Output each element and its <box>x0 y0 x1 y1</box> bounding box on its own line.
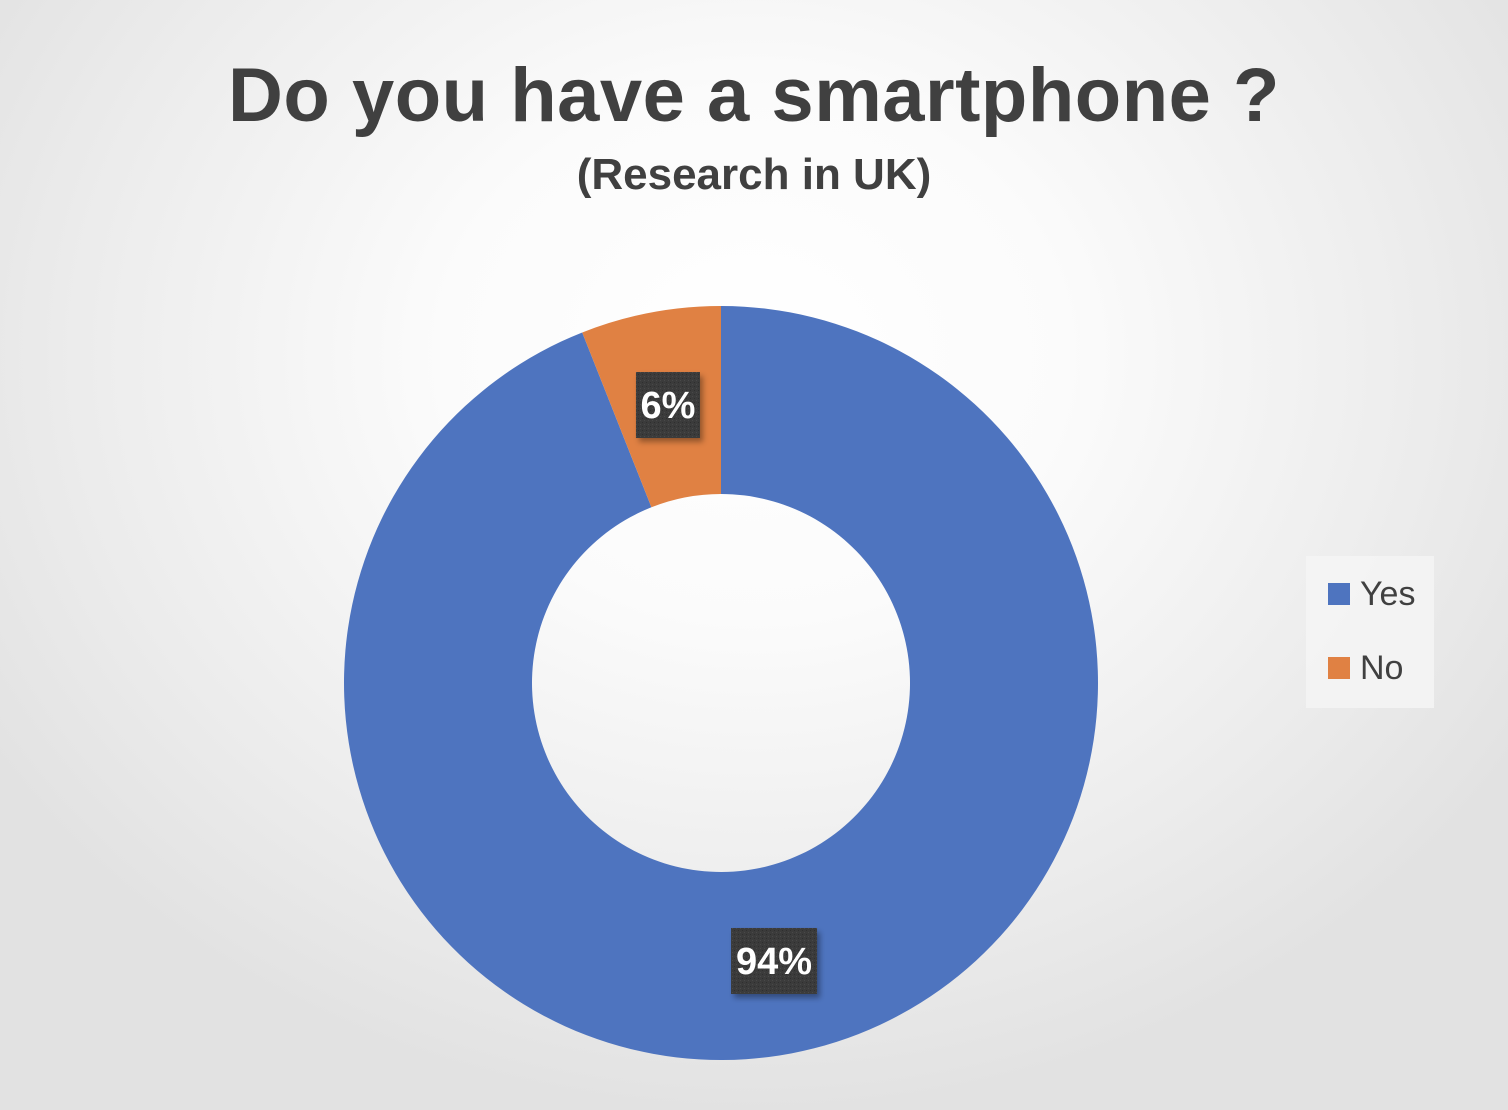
legend-item-no[interactable]: No <box>1328 648 1403 688</box>
legend: Yes No <box>1306 556 1434 708</box>
legend-label-yes: Yes <box>1360 574 1416 613</box>
data-label-text: 94% <box>736 941 812 983</box>
chart-area: Do you have a smartphone ? (Research in … <box>0 0 1508 1110</box>
legend-item-yes[interactable]: Yes <box>1328 574 1415 614</box>
donut-chart: 94% 6% <box>343 306 1098 1060</box>
donut-slices <box>343 306 1098 1060</box>
data-label-text: 6% <box>641 385 696 427</box>
legend-label-no: No <box>1360 648 1404 687</box>
legend-swatch-yes <box>1328 583 1350 605</box>
data-label-yes: 94% <box>731 927 818 994</box>
data-label-no: 6% <box>635 372 700 439</box>
legend-swatch-no <box>1328 657 1350 679</box>
